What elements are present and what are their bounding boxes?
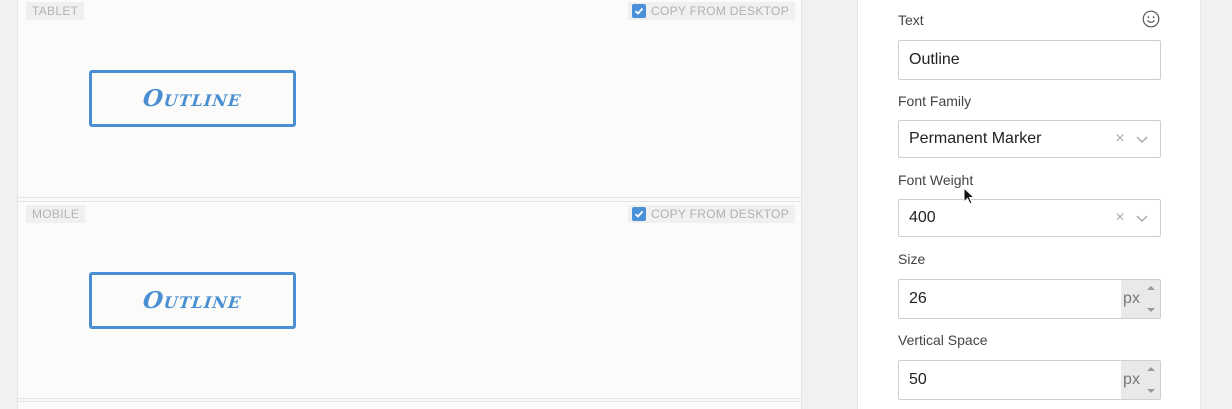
size-stepper[interactable] <box>1146 284 1156 314</box>
text-input[interactable]: Outline <box>898 40 1161 80</box>
copy-from-desktop-label: COPY FROM DESKTOP <box>650 4 789 18</box>
size-input[interactable]: 26 <box>898 279 1121 319</box>
vertical-space-input[interactable]: 50 <box>898 360 1121 400</box>
mobile-section-label: MOBILE <box>26 205 86 223</box>
font-weight-select[interactable]: 400 × <box>898 199 1161 237</box>
vertical-space-unit-label: px <box>1123 371 1140 388</box>
tablet-copy-from-desktop[interactable]: COPY FROM DESKTOP <box>627 2 795 20</box>
vertical-space-field: 50 px <box>898 360 1161 400</box>
mobile-preview-section: MOBILE COPY FROM DESKTOP Outline <box>18 201 801 399</box>
vertical-space-label: Vertical Space <box>898 332 988 348</box>
outline-button-text: Outline <box>141 85 244 112</box>
tablet-section-label: TABLET <box>26 2 85 20</box>
copy-from-desktop-label: COPY FROM DESKTOP <box>650 207 789 221</box>
vertical-space-stepper[interactable] <box>1146 365 1156 395</box>
mobile-copy-from-desktop[interactable]: COPY FROM DESKTOP <box>627 205 795 223</box>
preview-panel: TABLET COPY FROM DESKTOP Outline MOBILE … <box>17 0 802 409</box>
smiley-icon[interactable] <box>1142 10 1160 28</box>
size-unit-label: px <box>1123 290 1140 307</box>
font-family-label: Font Family <box>898 93 972 109</box>
chevron-down-icon[interactable] <box>1134 210 1150 226</box>
caret-up-icon[interactable] <box>1146 284 1156 292</box>
clear-icon[interactable]: × <box>1112 130 1128 148</box>
size-field: 26 px <box>898 279 1161 319</box>
caret-down-icon[interactable] <box>1146 387 1156 395</box>
caret-down-icon[interactable] <box>1146 306 1156 314</box>
tablet-preview-section: TABLET COPY FROM DESKTOP Outline <box>18 0 801 198</box>
caret-up-icon[interactable] <box>1146 365 1156 373</box>
font-family-value: Permanent Marker <box>909 130 1042 147</box>
font-weight-value: 400 <box>909 209 936 226</box>
outline-button-text: Outline <box>141 287 244 314</box>
outline-button-preview[interactable]: Outline <box>89 272 296 329</box>
checkbox-checked-icon[interactable] <box>631 4 646 18</box>
next-preview-section <box>18 401 801 409</box>
checkbox-checked-icon[interactable] <box>631 207 646 221</box>
size-unit: px <box>1121 279 1161 319</box>
font-weight-label: Font Weight <box>898 172 974 188</box>
text-field-label: Text <box>898 12 924 28</box>
vertical-space-unit: px <box>1121 360 1161 400</box>
outline-button-preview[interactable]: Outline <box>89 70 296 127</box>
chevron-down-icon[interactable] <box>1134 131 1150 147</box>
clear-icon[interactable]: × <box>1112 209 1128 227</box>
size-label: Size <box>898 251 926 267</box>
mouse-pointer-icon <box>963 187 976 205</box>
settings-panel: Text Outline Font Family Permanent Marke… <box>857 0 1201 409</box>
font-family-select[interactable]: Permanent Marker × <box>898 120 1161 158</box>
